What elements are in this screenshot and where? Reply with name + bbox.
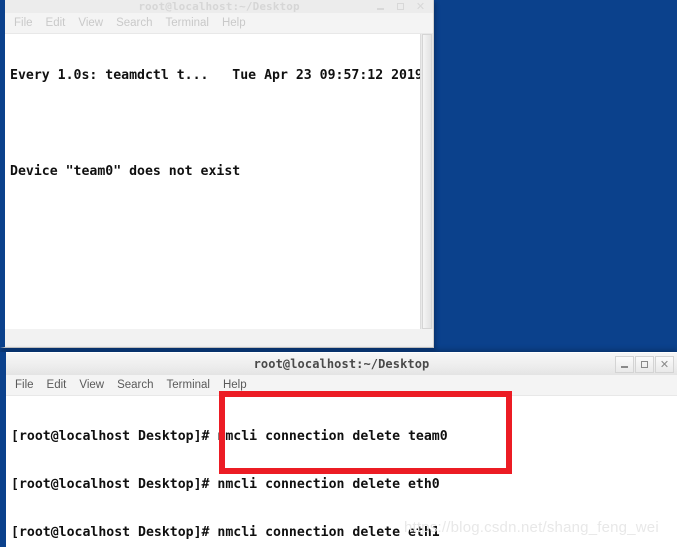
menu-item-help[interactable]: Help — [223, 379, 247, 391]
titlebar-bottom[interactable]: root@localhost:~/Desktop ✕ — [6, 352, 677, 375]
terminal-line: [root@localhost Desktop]# nmcli connecti… — [11, 477, 440, 492]
window-controls-bottom: ✕ — [615, 353, 674, 375]
terminal-window-top[interactable]: root@localhost:~/Desktop ✕ File Edit Vie… — [0, 0, 434, 348]
terminal-output-top[interactable]: Every 1.0s: teamdctl t... Tue Apr 23 09:… — [5, 34, 433, 329]
scrollbar-thumb-top[interactable] — [422, 34, 432, 329]
window-title-top: root@localhost:~/Desktop — [138, 0, 300, 13]
titlebar-top[interactable]: root@localhost:~/Desktop ✕ — [5, 0, 433, 13]
window-controls-top: ✕ — [371, 0, 430, 13]
terminal-line: Device "team0" does not exist — [10, 164, 241, 179]
minimize-button-bottom[interactable] — [615, 355, 634, 373]
close-button-bottom[interactable]: ✕ — [655, 355, 674, 373]
menu-item-help[interactable]: Help — [222, 17, 246, 29]
minimize-button-top[interactable] — [371, 0, 390, 15]
menu-item-search[interactable]: Search — [116, 17, 152, 29]
maximize-button-top[interactable] — [391, 0, 410, 15]
menu-item-edit[interactable]: Edit — [46, 17, 66, 29]
terminal-window-bottom[interactable]: root@localhost:~/Desktop ✕ File Edit Vie… — [0, 352, 677, 547]
menu-item-file[interactable]: File — [14, 17, 33, 29]
terminal-line: [root@localhost Desktop]# nmcli connecti… — [11, 429, 448, 444]
menu-item-view[interactable]: View — [78, 17, 103, 29]
menu-item-edit[interactable]: Edit — [47, 379, 67, 391]
menu-item-terminal[interactable]: Terminal — [166, 17, 209, 29]
window-title-bottom: root@localhost:~/Desktop — [253, 357, 430, 371]
menubar-top: File Edit View Search Terminal Help — [5, 13, 433, 34]
watermark-text: https://blog.csdn.net/shang_feng_wei — [404, 519, 659, 536]
close-button-top[interactable]: ✕ — [411, 0, 430, 15]
maximize-button-bottom[interactable] — [635, 355, 654, 373]
menu-item-search[interactable]: Search — [117, 379, 153, 391]
menu-item-file[interactable]: File — [15, 379, 34, 391]
menubar-bottom: File Edit View Search Terminal Help — [6, 375, 677, 396]
scrollbar-vertical-top[interactable] — [420, 34, 433, 329]
menu-item-view[interactable]: View — [79, 379, 104, 391]
terminal-line: Every 1.0s: teamdctl t... Tue Apr 23 09:… — [10, 68, 423, 83]
menu-item-terminal[interactable]: Terminal — [167, 379, 210, 391]
